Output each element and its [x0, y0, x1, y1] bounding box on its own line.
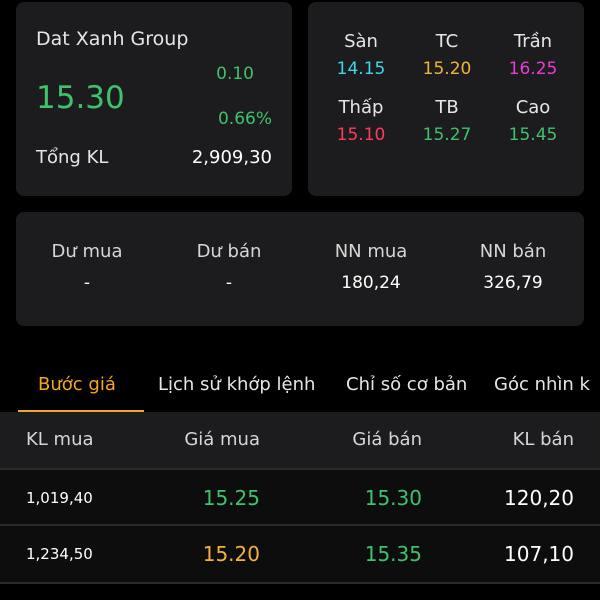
company-name: Dat Xanh Group	[36, 28, 189, 50]
vol-value: 180,24	[341, 273, 401, 293]
range-label: Thấp	[338, 97, 384, 118]
range-low: Thấp 15.10	[318, 96, 404, 152]
range-label: TB	[435, 97, 459, 118]
vol-value: -	[225, 273, 233, 293]
sell-volume: 107,10	[504, 542, 574, 566]
sell-price: 15.35	[364, 542, 422, 566]
buy-price: 15.25	[202, 486, 260, 510]
price-change-percent: 0.66%	[217, 109, 272, 129]
tab-match-history[interactable]: Lịch sử khớp lệnh	[158, 360, 315, 410]
sell-price: 15.30	[364, 486, 422, 510]
price-range-card: Sàn 14.15 TC 15.20 Trần 16.25 Thấp 15.10…	[308, 2, 584, 196]
header-sell-volume: KL bán	[512, 429, 574, 450]
vol-label: Dư bán	[196, 241, 262, 262]
range-label: TC	[435, 31, 459, 52]
range-label: Cao	[515, 97, 551, 118]
price-change: 0.10	[216, 64, 254, 84]
range-value: 15.27	[422, 125, 472, 145]
vol-label: Dư mua	[51, 241, 123, 262]
range-ceiling: Trần 16.25	[490, 30, 576, 86]
order-volume-card: Dư mua - Dư bán - NN mua 180,24 NN bán 3…	[16, 212, 584, 326]
tab-perspective[interactable]: Góc nhìn k	[494, 360, 590, 410]
table-row[interactable]: 1,019,40 15.25 15.30 120,20	[0, 468, 600, 526]
table-header: KL mua Giá mua Giá bán KL bán	[0, 412, 600, 468]
foreign-buy: NN mua 180,24	[300, 238, 442, 296]
range-value: 15.20	[422, 59, 472, 79]
vol-label: NN bán	[479, 241, 547, 262]
range-label: Trần	[513, 31, 553, 52]
header-buy-volume: KL mua	[26, 429, 94, 450]
buy-volume: 1,234,50	[26, 545, 93, 563]
current-price: 15.30	[36, 80, 125, 116]
range-label: Sàn	[344, 31, 378, 52]
header-buy-price: Giá mua	[184, 429, 260, 450]
order-book-table: KL mua Giá mua Giá bán KL bán 1,019,40 1…	[0, 412, 600, 584]
foreign-sell: NN bán 326,79	[442, 238, 584, 296]
pending-buy: Dư mua -	[16, 238, 158, 296]
range-reference: TC 15.20	[404, 30, 490, 86]
tab-price-steps[interactable]: Bước giá	[38, 360, 116, 410]
tab-fundamentals[interactable]: Chỉ số cơ bản	[346, 360, 467, 410]
header-sell-price: Giá bán	[352, 429, 422, 450]
vol-label: NN mua	[334, 241, 408, 262]
vol-value: 326,79	[483, 273, 543, 293]
range-average: TB 15.27	[404, 96, 490, 152]
buy-price: 15.20	[202, 542, 260, 566]
pending-sell: Dư bán -	[158, 238, 300, 296]
total-volume-label: Tổng KL	[36, 147, 109, 168]
range-value: 14.15	[336, 59, 386, 79]
range-value: 15.10	[336, 125, 386, 145]
vol-value: -	[83, 273, 91, 293]
buy-volume: 1,019,40	[26, 489, 93, 507]
tab-bar: Bước giá Lịch sử khớp lệnh Chỉ số cơ bản…	[0, 360, 600, 413]
range-value: 15.45	[508, 125, 558, 145]
range-high: Cao 15.45	[490, 96, 576, 152]
sell-volume: 120,20	[504, 486, 574, 510]
range-value: 16.25	[508, 59, 558, 79]
table-row[interactable]: 1,234,50 15.20 15.35 107,10	[0, 526, 600, 584]
total-volume-value: 2,909,30	[191, 147, 272, 168]
range-floor: Sàn 14.15	[318, 30, 404, 86]
quote-card: Dat Xanh Group 15.30 0.10 0.66% Tổng KL …	[16, 2, 292, 196]
